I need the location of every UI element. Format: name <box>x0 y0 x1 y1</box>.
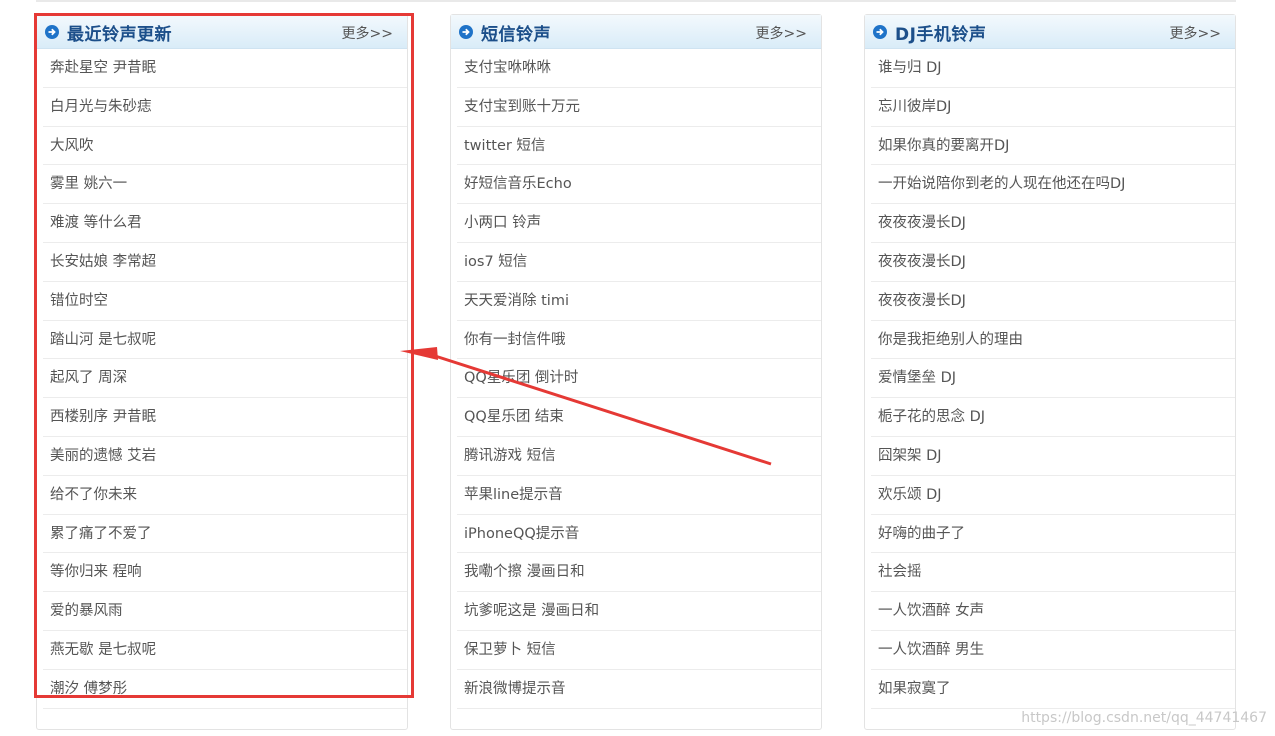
ringtone-item[interactable]: 社会摇 <box>871 553 1235 593</box>
ringtone-item[interactable]: 保卫萝卜 短信 <box>457 631 821 670</box>
panel-dj-ringtones: DJ手机铃声 更多>> 谁与归 DJ 忘川彼岸DJ 如果你真的要离开DJ 一开始说陪你… <box>864 14 1236 730</box>
ringtone-item[interactable]: 美丽的遗憾 艾岩 <box>43 437 407 476</box>
ringtone-item[interactable]: 长安姑娘 李常超 <box>43 243 407 282</box>
top-divider <box>36 0 1236 2</box>
ringtone-item[interactable]: 支付宝咻咻咻 <box>457 49 821 88</box>
ringtone-item[interactable]: 如果寂寞了 <box>871 670 1235 709</box>
ringtone-item[interactable]: 欢乐颂 DJ <box>871 476 1235 515</box>
panel-header: DJ手机铃声 更多>> <box>865 15 1235 49</box>
ringtone-item[interactable]: 爱的暴风雨 <box>43 592 407 631</box>
ringtone-item[interactable]: 我嘞个擦 漫画日和 <box>457 553 821 593</box>
ringtone-item[interactable]: 小两口 铃声 <box>457 204 821 243</box>
ringtone-item[interactable]: 谁与归 DJ <box>871 49 1235 88</box>
arrow-right-circle-icon <box>873 25 887 39</box>
ringtone-item[interactable]: 爱情堡垒 DJ <box>871 359 1235 399</box>
ringtone-item[interactable]: 苹果line提示音 <box>457 476 821 515</box>
ringtone-item[interactable]: 新浪微博提示音 <box>457 670 821 709</box>
ringtone-item[interactable]: 囧架架 DJ <box>871 437 1235 476</box>
ringtone-item[interactable]: 难渡 等什么君 <box>43 204 407 243</box>
ringtone-item[interactable]: 奔赴星空 尹昔眠 <box>43 49 407 88</box>
ringtone-item[interactable]: 夜夜夜漫长DJ <box>871 204 1235 243</box>
ringtone-item[interactable]: 如果你真的要离开DJ <box>871 127 1235 166</box>
more-link[interactable]: 更多>> <box>756 23 807 43</box>
ringtone-item[interactable]: 踏山河 是七叔呢 <box>43 321 407 360</box>
ringtone-item[interactable]: 潮汐 傅梦彤 <box>43 670 407 709</box>
ringtone-item[interactable]: 你是我拒绝别人的理由 <box>871 321 1235 360</box>
ringtone-item[interactable]: 燕无歇 是七叔呢 <box>43 631 407 670</box>
panel-sms-ringtones: 短信铃声 更多>> 支付宝咻咻咻 支付宝到账十万元 twitter 短信 好短信音乐E… <box>450 14 822 730</box>
ringtone-item[interactable]: 一人饮酒醉 男生 <box>871 631 1235 670</box>
panel-title: DJ手机铃声 <box>895 25 987 45</box>
ringtone-list: 谁与归 DJ 忘川彼岸DJ 如果你真的要离开DJ 一开始说陪你到老的人现在他还在吗DJ… <box>865 49 1235 709</box>
panel-header: 最近铃声更新 更多>> <box>37 15 407 49</box>
ringtone-item[interactable]: 雾里 姚六一 <box>43 165 407 205</box>
ringtone-item[interactable]: 好嗨的曲子了 <box>871 515 1235 554</box>
more-link[interactable]: 更多>> <box>1170 23 1221 43</box>
ringtone-item[interactable]: 天天爱消除 timi <box>457 282 821 321</box>
ringtone-item[interactable]: 给不了你未来 <box>43 476 407 515</box>
ringtone-item[interactable]: ios7 短信 <box>457 243 821 282</box>
ringtone-item[interactable]: twitter 短信 <box>457 127 821 166</box>
ringtone-list: 奔赴星空 尹昔眠 白月光与朱砂痣 大风吹 雾里 姚六一 难渡 等什么君 长安姑娘 李常超错… <box>37 49 407 709</box>
arrow-right-circle-icon <box>459 25 473 39</box>
ringtone-item[interactable]: 好短信音乐Echo <box>457 165 821 205</box>
ringtone-item[interactable]: 夜夜夜漫长DJ <box>871 282 1235 321</box>
ringtone-item[interactable]: 腾讯游戏 短信 <box>457 437 821 476</box>
ringtone-item[interactable]: 大风吹 <box>43 127 407 166</box>
ringtone-item[interactable]: 忘川彼岸DJ <box>871 88 1235 127</box>
ringtone-item[interactable]: 起风了 周深 <box>43 359 407 399</box>
watermark: https://blog.csdn.net/qq_44741467 <box>1021 710 1267 726</box>
ringtone-item[interactable]: QQ星乐团 倒计时 <box>457 359 821 399</box>
ringtone-item[interactable]: 白月光与朱砂痣 <box>43 88 407 127</box>
more-link[interactable]: 更多>> <box>342 23 393 43</box>
ringtone-item[interactable]: 累了痛了不爱了 <box>43 515 407 554</box>
panel-title: 短信铃声 <box>481 25 551 45</box>
ringtone-item[interactable]: QQ星乐团 结束 <box>457 398 821 437</box>
ringtone-item[interactable]: 西楼别序 尹昔眠 <box>43 398 407 437</box>
ringtone-item[interactable]: 你有一封信件哦 <box>457 321 821 360</box>
ringtone-item[interactable]: 栀子花的思念 DJ <box>871 398 1235 437</box>
ringtone-item[interactable]: 错位时空 <box>43 282 407 321</box>
panel-latest-ringtones: 最近铃声更新 更多>> 奔赴星空 尹昔眠 白月光与朱砂痣 大风吹 雾里 姚六一 难渡 等… <box>36 14 408 730</box>
ringtone-item[interactable]: 夜夜夜漫长DJ <box>871 243 1235 282</box>
ringtone-item[interactable]: 等你归来 程响 <box>43 553 407 593</box>
ringtone-item[interactable]: 一开始说陪你到老的人现在他还在吗DJ <box>871 165 1235 205</box>
ringtone-item[interactable]: 坑爹呢这是 漫画日和 <box>457 592 821 631</box>
panel-header: 短信铃声 更多>> <box>451 15 821 49</box>
ringtone-item[interactable]: 一人饮酒醉 女声 <box>871 592 1235 631</box>
arrow-right-circle-icon <box>45 25 59 39</box>
panel-title: 最近铃声更新 <box>67 25 172 45</box>
ringtone-item[interactable]: iPhoneQQ提示音 <box>457 515 821 554</box>
ringtone-list: 支付宝咻咻咻 支付宝到账十万元 twitter 短信 好短信音乐Echo 小两口 铃声 i… <box>451 49 821 709</box>
ringtone-item[interactable]: 支付宝到账十万元 <box>457 88 821 127</box>
